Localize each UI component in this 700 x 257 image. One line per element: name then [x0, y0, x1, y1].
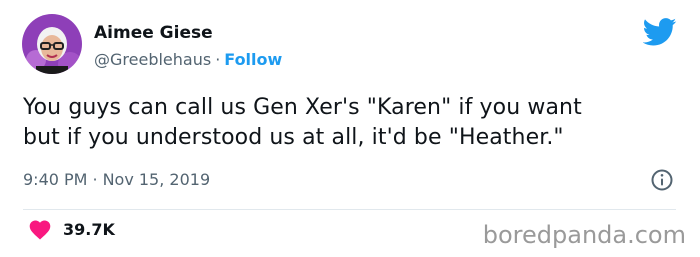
watermark: boredpanda.com [482, 221, 686, 249]
tweet-time: 9:40 PM [23, 170, 88, 189]
timestamp[interactable]: 9:40 PM · Nov 15, 2019 [23, 169, 210, 191]
handle-row: @Greeblehaus · Follow [94, 49, 282, 71]
avatar[interactable] [22, 14, 82, 74]
user-handle[interactable]: @Greeblehaus [94, 50, 211, 69]
follow-button[interactable]: Follow [224, 50, 282, 69]
tweet-text: You guys can call us Gen Xer's "Karen" i… [23, 93, 683, 153]
tweet-card: Aimee Giese @Greeblehaus · Follow You guys… [0, 0, 700, 257]
twitter-bird-icon[interactable] [643, 18, 677, 46]
tweet-text-line: but if you understood us at all, it'd be… [23, 125, 564, 150]
info-icon[interactable] [650, 168, 674, 192]
tweet-text-line: You guys can call us Gen Xer's "Karen" i… [23, 95, 582, 120]
display-name[interactable]: Aimee Giese [94, 22, 213, 44]
separator-dot: · [92, 170, 98, 189]
avatar-image [22, 14, 82, 74]
tweet-date: Nov 15, 2019 [102, 170, 211, 189]
like-count[interactable]: 39.7K [63, 219, 115, 241]
heart-icon[interactable] [28, 218, 52, 240]
separator-dot: · [215, 50, 221, 69]
divider [23, 209, 676, 210]
